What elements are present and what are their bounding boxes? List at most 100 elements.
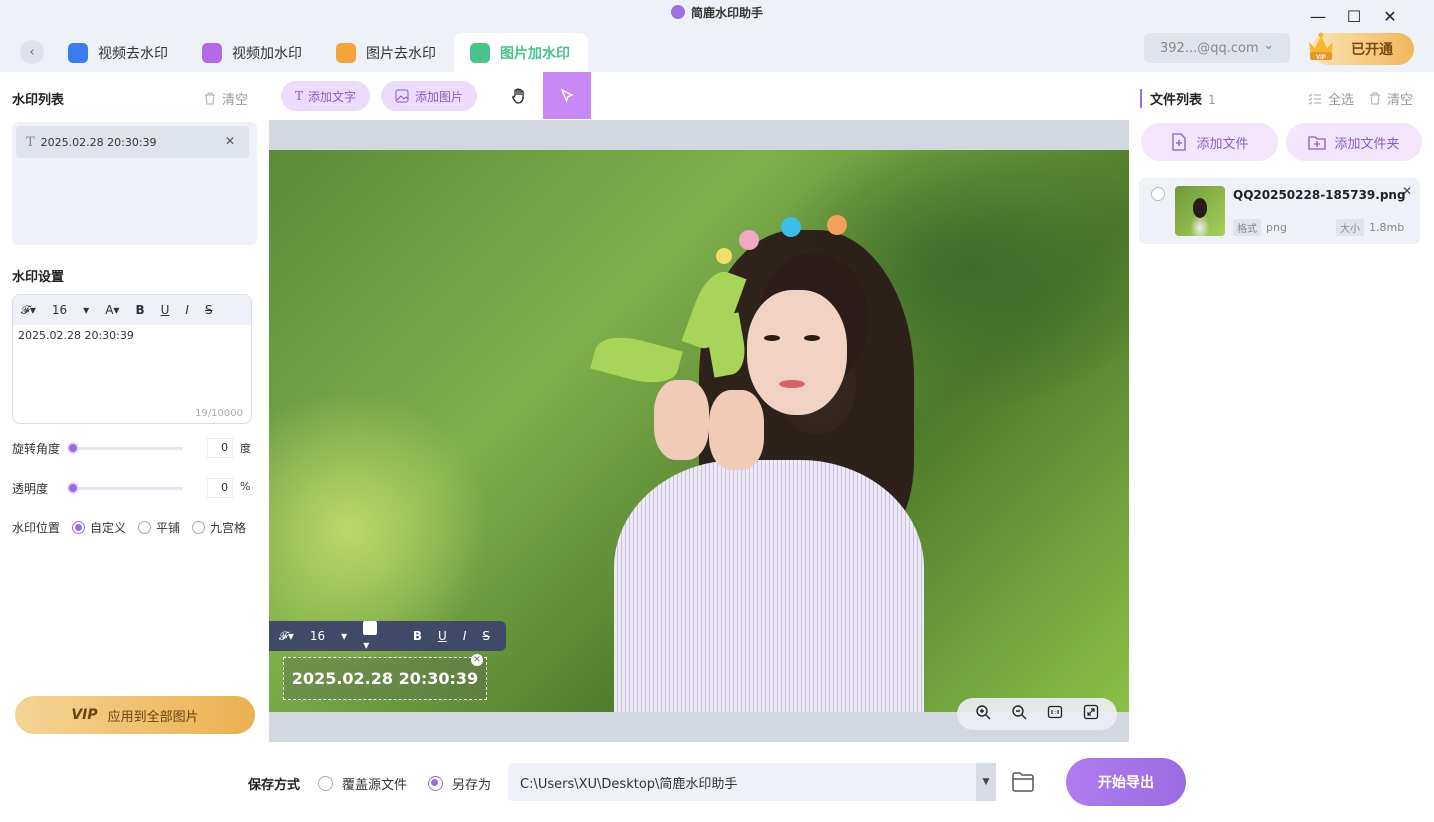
tab-video-add[interactable]: 视频加水印 — [186, 33, 318, 72]
dropdown-arrow-icon[interactable]: ▼ — [976, 763, 996, 801]
zoom-toolbar — [957, 698, 1117, 730]
file-thumbnail — [1175, 186, 1225, 236]
watermark-list-title: 水印列表 — [12, 93, 65, 108]
watermark-text-input[interactable]: 2025.02.28 20:30:39 — [13, 325, 251, 346]
opacity-input[interactable]: 0 — [207, 478, 233, 498]
underline-icon[interactable]: U — [438, 629, 447, 643]
char-count: 19/10000 — [195, 408, 243, 419]
account-dropdown[interactable]: 392...@qq.com ⌄ — [1144, 33, 1290, 63]
tab-video-remove[interactable]: 视频去水印 — [52, 33, 184, 72]
video-add-icon — [202, 42, 222, 63]
editor-toolbar: 𝓕▾ 16 ▾ A▾ B U I S — [13, 295, 251, 325]
list-check-icon — [1308, 93, 1321, 105]
select-tool-button[interactable] — [543, 72, 591, 119]
close-window-button[interactable]: ✕ — [1380, 6, 1400, 26]
fit-screen-icon[interactable] — [1083, 704, 1099, 724]
app-title: 简鹿水印助手 — [0, 4, 1434, 21]
output-path-field[interactable]: C:\Users\XU\Desktop\简鹿水印助手 ▼ — [508, 763, 996, 801]
add-text-button[interactable]: T 添加文字 — [281, 81, 371, 111]
close-icon[interactable]: ✕ — [1402, 184, 1412, 198]
add-file-button[interactable]: 添加文件 — [1141, 123, 1278, 161]
text-type-icon: T — [26, 134, 35, 150]
rotation-input[interactable]: 0 — [207, 438, 233, 458]
opacity-slider-handle[interactable] — [67, 482, 79, 494]
watermark-overlay[interactable]: 2025.02.28 20:30:39 ✕ — [283, 654, 487, 700]
folder-icon[interactable] — [1011, 771, 1035, 793]
start-export-button[interactable]: 开始导出 — [1066, 758, 1186, 806]
strikethrough-icon[interactable]: S — [205, 303, 213, 317]
zoom-out-icon[interactable] — [1011, 704, 1027, 724]
add-image-button[interactable]: 添加图片 — [381, 81, 478, 111]
radio-save-as[interactable]: 另存为 — [428, 774, 491, 793]
font-family-icon[interactable]: 𝓕▾ — [21, 303, 36, 318]
bold-icon[interactable]: B — [135, 303, 144, 317]
font-size-select[interactable]: 16 ▾ — [52, 303, 89, 317]
opacity-row: 透明度 0 % — [12, 478, 251, 498]
file-format: 格式 png — [1233, 219, 1287, 236]
add-folder-icon — [1308, 136, 1327, 150]
pan-tool-button[interactable] — [495, 72, 543, 119]
font-size-select[interactable]: 16 ▾ — [310, 629, 347, 643]
image-remove-icon — [336, 42, 356, 63]
save-mode-label: 保存方式 — [248, 778, 301, 793]
file-size: 大小 1.8mb — [1336, 219, 1404, 236]
file-item[interactable]: QQ20250228-185739.png ✕ 格式 png 大小 1.8mb — [1139, 178, 1420, 244]
text-icon: T — [295, 89, 304, 103]
watermark-settings-title: 水印设置 — [12, 270, 65, 285]
photo-hand — [654, 380, 709, 460]
rotation-slider-track[interactable] — [70, 447, 183, 450]
apply-all-button[interactable]: VIP 应用到全部图片 — [15, 696, 255, 734]
back-button[interactable]: ‹ — [20, 40, 44, 64]
trash-icon — [205, 92, 215, 105]
actual-size-icon[interactable] — [1047, 704, 1063, 724]
file-checkbox[interactable] — [1151, 187, 1165, 201]
tab-image-add[interactable]: 图片加水印 — [454, 33, 588, 72]
photo-eye — [804, 335, 820, 341]
opacity-slider-track[interactable] — [70, 487, 183, 490]
cursor-icon — [560, 88, 574, 103]
radio-save-as-circle[interactable] — [428, 776, 443, 791]
chevron-down-icon: ⌄ — [1263, 38, 1274, 53]
photo-flower — [716, 248, 732, 264]
radio-overwrite-circle[interactable] — [318, 776, 333, 791]
select-all-button[interactable]: 全选 — [1308, 89, 1354, 108]
radio-overwrite[interactable]: 覆盖源文件 — [318, 774, 407, 793]
font-family-icon[interactable]: 𝓕▾ — [279, 629, 294, 644]
strikethrough-icon[interactable]: S — [482, 629, 490, 643]
italic-icon[interactable]: I — [185, 303, 189, 317]
hand-icon — [512, 87, 524, 104]
minimize-button[interactable]: — — [1308, 6, 1328, 26]
chevron-left-icon: ‹ — [29, 44, 35, 60]
italic-icon[interactable]: I — [463, 629, 467, 643]
radio-custom[interactable] — [72, 521, 86, 534]
clear-files-button[interactable]: 清空 — [1369, 89, 1413, 108]
tab-image-remove[interactable]: 图片去水印 — [320, 33, 452, 72]
bold-icon[interactable]: B — [413, 629, 422, 643]
photo-flower — [781, 217, 801, 237]
list-item[interactable]: T 2025.02.28 20:30:39 ✕ — [16, 126, 249, 158]
file-name: QQ20250228-185739.png — [1233, 188, 1406, 202]
image-add-icon — [470, 42, 490, 63]
zoom-in-icon[interactable] — [975, 704, 991, 724]
position-row: 水印位置 自定义 平铺 九宫格 — [12, 521, 247, 535]
watermark-format-bar: 𝓕▾ 16 ▾ ▾ B U I S — [269, 620, 506, 652]
rotation-slider-handle[interactable] — [67, 442, 79, 454]
video-remove-icon — [68, 42, 88, 63]
add-folder-button[interactable]: 添加文件夹 — [1286, 123, 1422, 161]
close-icon[interactable]: ✕ — [225, 134, 235, 148]
file-list-title: 文件列表 1 — [1140, 89, 1216, 108]
photo-blouse — [614, 460, 924, 712]
maximize-button[interactable]: ☐ — [1344, 6, 1364, 26]
radio-tile[interactable] — [138, 521, 152, 534]
close-icon[interactable]: ✕ — [471, 654, 483, 666]
text-color-icon[interactable]: A▾ — [105, 303, 119, 317]
underline-icon[interactable]: U — [161, 303, 170, 317]
left-panel: 水印列表 清空 T 2025.02.28 20:30:39 ✕ 水印设置 𝓕▾ … — [0, 72, 269, 822]
clear-watermarks-button[interactable]: 清空 — [204, 89, 248, 108]
photo-face — [747, 290, 847, 415]
watermark-list: T 2025.02.28 20:30:39 ✕ — [12, 122, 257, 245]
radio-grid[interactable] — [192, 521, 206, 534]
app-logo-icon — [670, 5, 685, 19]
rotation-row: 旋转角度 0 度 — [12, 438, 257, 458]
color-picker[interactable]: ▾ — [363, 620, 397, 652]
